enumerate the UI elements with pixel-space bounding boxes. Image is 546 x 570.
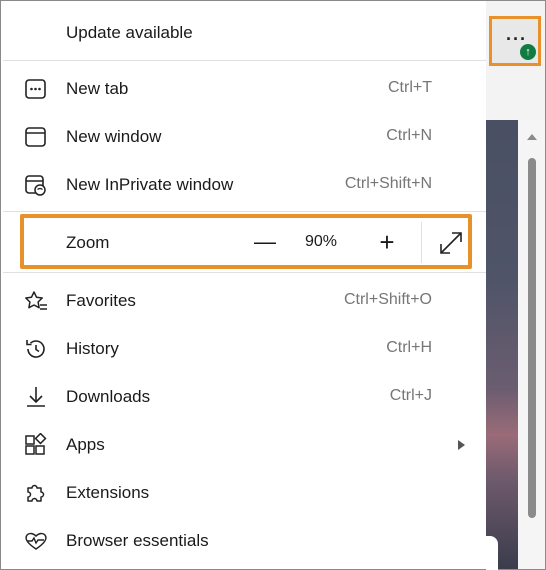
submenu-arrow-icon — [458, 440, 465, 450]
menu-item-label: Browser essentials — [66, 531, 209, 550]
menu-item-label: Extensions — [66, 483, 150, 502]
zoom-out-button[interactable]: — — [250, 222, 280, 262]
divider — [3, 60, 486, 61]
menu-item-label: New tab — [66, 79, 129, 98]
menu-item-update-available[interactable]: Update available — [1, 9, 486, 57]
menu-item-favorites[interactable]: Favorites Ctrl+Shift+O — [1, 277, 486, 325]
divider — [3, 272, 486, 273]
page-corner — [486, 536, 498, 570]
menu-item-new-window[interactable]: New window Ctrl+N — [1, 113, 486, 161]
shortcut-text: Ctrl+T — [388, 79, 432, 96]
history-icon — [23, 337, 49, 361]
favorites-icon — [23, 289, 49, 313]
scroll-thumb[interactable] — [528, 158, 536, 518]
shortcut-text: Ctrl+Shift+N — [344, 175, 432, 192]
menu-item-label: Favorites — [66, 291, 136, 310]
menu-item-new-tab[interactable]: New tab Ctrl+T — [1, 65, 486, 113]
menu-item-label: Update available — [66, 23, 193, 42]
fullscreen-button[interactable] — [438, 230, 464, 256]
apps-icon — [23, 432, 49, 457]
zoom-in-button[interactable]: + — [372, 222, 402, 262]
update-badge-icon: ↑ — [520, 44, 536, 60]
divider — [3, 211, 486, 212]
menu-item-label: Apps — [66, 435, 105, 454]
menu-item-label: History — [66, 339, 119, 358]
settings-and-more-button[interactable]: ··· ↑ — [489, 16, 541, 66]
menu-item-history[interactable]: History Ctrl+H — [1, 325, 486, 373]
divider — [421, 222, 422, 263]
download-icon — [23, 385, 49, 409]
menu-item-label: New InPrivate window — [66, 175, 234, 194]
new-tab-icon — [23, 77, 49, 101]
menu-item-apps[interactable]: Apps — [1, 421, 486, 469]
menu-item-label: New window — [66, 127, 162, 146]
menu-item-label: Downloads — [66, 387, 151, 406]
menu-item-downloads[interactable]: Downloads Ctrl+J — [1, 373, 486, 421]
menu-item-new-inprivate-window[interactable]: New InPrivate window Ctrl+Shift+N — [1, 161, 486, 209]
window-icon — [23, 125, 49, 149]
shortcut-text: Ctrl+Shift+O — [343, 291, 432, 308]
scroll-up-arrow-icon[interactable] — [527, 134, 537, 140]
fullscreen-icon — [440, 232, 462, 254]
zoom-level: 90% — [305, 233, 338, 250]
extensions-icon — [23, 481, 49, 505]
shortcut-text: Ctrl+J — [389, 387, 432, 404]
shortcut-text: Ctrl+N — [386, 127, 432, 144]
zoom-highlight-frame — [20, 214, 472, 269]
menu-item-browser-essentials[interactable]: Browser essentials — [1, 517, 486, 565]
shortcut-text: Ctrl+H — [386, 339, 432, 356]
heart-pulse-icon — [23, 529, 49, 553]
menu-item-extensions[interactable]: Extensions — [1, 469, 486, 517]
inprivate-icon — [23, 173, 49, 197]
settings-menu: Update available New tab Ctrl+T New wind… — [1, 1, 486, 569]
